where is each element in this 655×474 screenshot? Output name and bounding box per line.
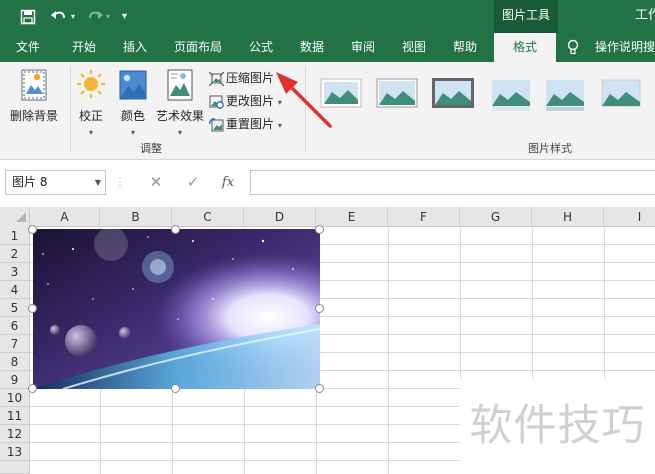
- compress-pictures-button[interactable]: 压缩图片: [209, 67, 274, 89]
- column-header[interactable]: B: [100, 207, 172, 227]
- undo-dropdown-icon[interactable]: ▾: [71, 0, 75, 33]
- resize-handle[interactable]: [28, 225, 37, 234]
- row-header[interactable]: 5: [0, 299, 30, 317]
- tab-help[interactable]: 帮助: [453, 33, 477, 62]
- ribbon-tab-bar: 文件 开始 插入 页面布局 公式 数据 审阅 视图 帮助 格式 操作说明搜: [0, 33, 655, 62]
- formula-input[interactable]: [250, 170, 655, 195]
- picture-tools-context-label: 图片工具: [494, 0, 558, 33]
- row-header[interactable]: 10: [0, 389, 30, 407]
- reset-picture-label: 重置图片: [226, 117, 275, 131]
- tab-home[interactable]: 开始: [72, 33, 96, 62]
- tab-insert[interactable]: 插入: [123, 33, 147, 62]
- redo-dropdown-icon[interactable]: ▾: [106, 0, 110, 33]
- resize-handle[interactable]: [171, 225, 180, 234]
- row-header[interactable]: 8: [0, 353, 30, 371]
- column-header[interactable]: E: [316, 207, 388, 227]
- tab-formulas[interactable]: 公式: [249, 33, 273, 62]
- name-box-value: 图片 8: [12, 175, 48, 189]
- remove-background-icon: [21, 69, 47, 101]
- column-header[interactable]: I: [604, 207, 655, 227]
- remove-background-label: 删除背景: [9, 109, 58, 123]
- tab-format[interactable]: 格式: [494, 33, 556, 62]
- column-header[interactable]: C: [172, 207, 244, 227]
- cancel-icon[interactable]: ✕: [143, 170, 169, 195]
- column-header[interactable]: G: [460, 207, 532, 227]
- artistic-effects-label: 艺术效果: [155, 109, 204, 123]
- enter-icon[interactable]: ✓: [180, 170, 206, 195]
- annotation-arrow-icon: [276, 72, 332, 128]
- selected-picture[interactable]: [33, 229, 320, 389]
- change-picture-label: 更改图片: [226, 94, 275, 108]
- tab-data[interactable]: 数据: [300, 33, 324, 62]
- color-button[interactable]: 颜色 ▾: [116, 68, 150, 138]
- color-label: 颜色: [120, 109, 145, 123]
- artistic-effects-button[interactable]: 艺术效果 ▾: [153, 68, 207, 138]
- undo-icon[interactable]: [50, 0, 68, 33]
- excel-window: ▾ ▾ ▾ 图片工具 工作 文件 开始 插入 页面布局 公式 数据 审阅 视图 …: [0, 0, 655, 474]
- row-header[interactable]: 2: [0, 245, 30, 263]
- group-label-adjust: 调整: [140, 142, 162, 155]
- tab-page-layout[interactable]: 页面布局: [174, 33, 222, 62]
- corrections-label: 校正: [78, 109, 103, 123]
- tell-me-search[interactable]: 操作说明搜: [595, 33, 655, 62]
- sun-icon: [77, 70, 105, 98]
- name-box[interactable]: 图片 8 ▼: [5, 170, 106, 195]
- lightbulb-icon: [567, 33, 579, 62]
- row-header[interactable]: 13: [0, 443, 30, 461]
- resize-handle[interactable]: [315, 225, 324, 234]
- row-header[interactable]: [0, 461, 30, 474]
- artistic-effects-dropdown-icon: ▾: [177, 128, 182, 137]
- column-header[interactable]: H: [532, 207, 604, 227]
- row-header[interactable]: 3: [0, 263, 30, 281]
- row-header[interactable]: 12: [0, 425, 30, 443]
- picture-style-thumb[interactable]: [488, 73, 534, 113]
- column-header[interactable]: F: [388, 207, 460, 227]
- row-header[interactable]: 1: [0, 227, 30, 245]
- resize-handle[interactable]: [28, 384, 37, 393]
- name-box-dropdown-icon[interactable]: ▼: [95, 171, 101, 194]
- group-label-picture-styles: 图片样式: [528, 142, 572, 155]
- insert-function-icon[interactable]: fx: [216, 170, 240, 195]
- row-header[interactable]: 7: [0, 335, 30, 353]
- color-picture-icon: [119, 70, 147, 100]
- tab-review[interactable]: 审阅: [351, 33, 375, 62]
- resize-handle[interactable]: [171, 384, 180, 393]
- compress-pictures-icon: [209, 71, 224, 86]
- watermark: 软件技巧: [460, 379, 655, 474]
- picture-style-thumb[interactable]: [374, 73, 420, 113]
- row-header[interactable]: 6: [0, 317, 30, 335]
- row-header[interactable]: 9: [0, 371, 30, 389]
- corrections-button[interactable]: 校正 ▾: [74, 68, 108, 138]
- reset-picture-icon: [209, 117, 224, 131]
- remove-background-button[interactable]: 删除背景: [8, 68, 60, 124]
- corrections-dropdown-icon: ▾: [88, 128, 93, 137]
- artistic-effects-icon: [167, 69, 193, 101]
- column-header[interactable]: A: [30, 207, 100, 227]
- column-header[interactable]: D: [244, 207, 316, 227]
- resize-handle[interactable]: [315, 384, 324, 393]
- resize-handle[interactable]: [28, 304, 37, 313]
- color-dropdown-icon: ▾: [130, 128, 135, 137]
- compress-pictures-label: 压缩图片: [226, 71, 275, 85]
- space-image: [33, 229, 320, 389]
- customize-qat-icon[interactable]: ▾: [122, 0, 127, 33]
- ribbon-separator: [70, 66, 71, 152]
- title-bar: ▾ ▾ ▾ 图片工具 工作: [0, 0, 655, 33]
- picture-style-thumb[interactable]: [542, 73, 588, 113]
- save-icon[interactable]: [20, 0, 36, 33]
- row-header[interactable]: 4: [0, 281, 30, 299]
- formula-bar-grip-icon: ⋮: [115, 177, 125, 188]
- redo-icon[interactable]: [86, 0, 104, 33]
- row-header[interactable]: 11: [0, 407, 30, 425]
- picture-style-thumb[interactable]: [430, 73, 476, 113]
- select-all-triangle-icon: [16, 212, 26, 222]
- change-picture-icon: [209, 95, 224, 109]
- tab-view[interactable]: 视图: [402, 33, 426, 62]
- picture-style-thumb[interactable]: [598, 73, 644, 113]
- tab-file[interactable]: 文件: [16, 33, 40, 62]
- resize-handle[interactable]: [315, 304, 324, 313]
- window-title: 工作: [635, 8, 655, 23]
